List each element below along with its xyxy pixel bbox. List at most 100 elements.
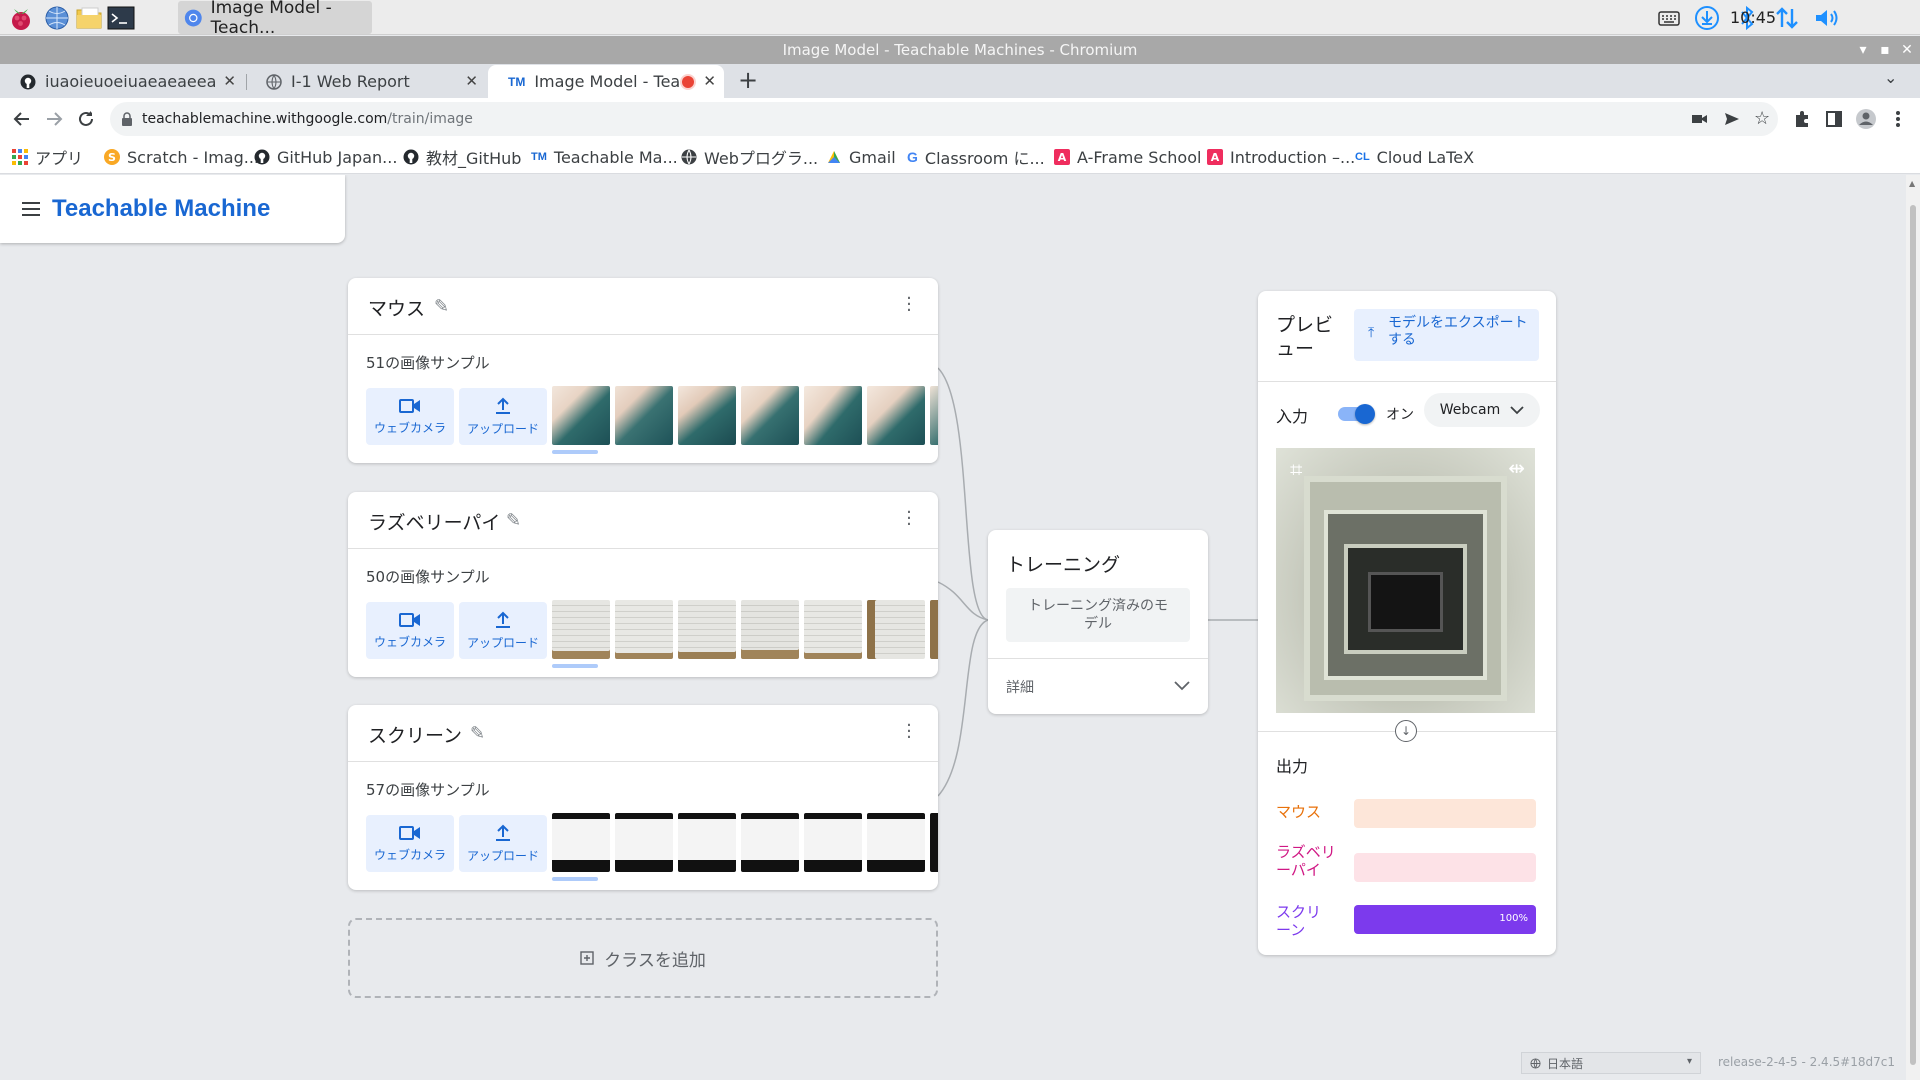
class-options-icon[interactable]: · · · (906, 504, 912, 534)
sample-thumbnail[interactable] (678, 386, 736, 445)
bookmark-scratch[interactable]: S Scratch - Imag... (104, 140, 259, 174)
add-class-button[interactable]: クラスを追加 (348, 918, 938, 998)
bookmark-aframe-school[interactable]: A A-Frame School (1054, 140, 1201, 174)
bookmark-apps[interactable]: アプリ (12, 140, 83, 174)
sample-thumbnail[interactable] (867, 386, 925, 445)
bookmark-teachable-machine[interactable]: TM Teachable Ma... (531, 140, 678, 174)
sample-thumbnail[interactable] (678, 813, 736, 872)
close-tab-icon[interactable]: ✕ (223, 72, 236, 90)
thumbnail-scrollbar[interactable] (552, 877, 598, 881)
terminal-icon[interactable] (106, 3, 136, 33)
class-options-icon[interactable]: · · · (906, 717, 912, 747)
lock-icon[interactable] (122, 111, 132, 130)
sample-thumbnail[interactable] (804, 386, 862, 445)
export-model-button[interactable]: ⤒ モデルをエクスポートする (1354, 309, 1539, 361)
webcam-button[interactable]: ウェブカメラ (366, 388, 454, 445)
sample-thumbnail[interactable] (741, 386, 799, 445)
edit-pencil-icon[interactable]: ✎ (434, 296, 449, 317)
sample-thumbnail[interactable] (867, 813, 925, 872)
sample-thumbnail[interactable] (552, 386, 610, 445)
sample-thumbnail[interactable] (615, 386, 673, 445)
app-title[interactable]: Teachable Machine (52, 195, 270, 223)
bookmark-web-programming[interactable]: Webプログラ... (681, 140, 818, 174)
sample-thumbnail[interactable] (615, 600, 673, 659)
send-tab-icon[interactable] (1724, 111, 1740, 131)
flip-camera-icon[interactable]: ⇹ (1508, 456, 1525, 480)
scroll-up-icon[interactable]: ▲ (1909, 179, 1915, 188)
sample-thumbnail[interactable] (867, 600, 925, 659)
network-icon[interactable] (1772, 4, 1802, 32)
download-updates-icon[interactable] (1692, 4, 1722, 32)
file-manager-icon[interactable] (74, 3, 104, 33)
volume-icon[interactable] (1812, 4, 1842, 32)
sample-thumbnail[interactable] (804, 813, 862, 872)
close-window-icon[interactable]: ✕ (1896, 36, 1918, 64)
thumbnail-scrollbar[interactable] (552, 450, 598, 454)
train-model-button[interactable]: トレーニング済みのモデル (1006, 588, 1190, 642)
upload-button[interactable]: アップロード (459, 815, 547, 872)
class-name[interactable]: スクリーン (368, 721, 462, 748)
page-scrollbar[interactable]: ▲ (1906, 175, 1920, 1080)
webcam-button[interactable]: ウェブカメラ (366, 815, 454, 872)
input-source-select[interactable]: Webcam (1424, 393, 1540, 427)
class-name[interactable]: ラズベリーパイ (368, 508, 500, 535)
class-name[interactable]: マウス (368, 294, 425, 321)
sample-thumbnail[interactable] (741, 813, 799, 872)
sample-thumbnail[interactable] (552, 600, 610, 659)
raspberry-menu-icon[interactable] (6, 3, 36, 33)
extensions-icon[interactable] (1788, 105, 1816, 133)
url-text[interactable]: teachablemachine.withgoogle.com/train/im… (142, 102, 473, 136)
bookmark-github-japan[interactable]: GitHub Japan... (254, 140, 397, 174)
bookmark-classroom[interactable]: G Classroom に... (907, 140, 1045, 174)
training-details-toggle[interactable]: 詳細 (988, 658, 1208, 714)
sample-thumbnail[interactable] (615, 813, 673, 872)
side-panel-icon[interactable] (1820, 105, 1848, 133)
tab-github-repo[interactable]: iuaoieuoeiuaeaeaeeauoi ✕ (0, 65, 244, 98)
bookmark-introduction[interactable]: A Introduction –... (1207, 140, 1355, 174)
sample-thumbnail[interactable] (678, 600, 736, 659)
taskbar-task-chromium[interactable]: Image Model - Teach... (178, 0, 372, 38)
minimize-icon[interactable]: ▾ (1852, 36, 1874, 64)
chevron-down-icon: ▾ (1686, 1056, 1692, 1067)
sample-thumbnail[interactable] (930, 813, 938, 872)
class-options-icon[interactable]: · · · (906, 290, 912, 320)
sample-thumbnail[interactable] (552, 813, 610, 872)
profile-avatar-icon[interactable] (1852, 105, 1880, 133)
new-tab-icon[interactable]: + (738, 66, 758, 94)
address-bar[interactable]: teachablemachine.withgoogle.com/train/im… (110, 102, 1778, 136)
upload-button[interactable]: アップロード (459, 602, 547, 659)
language-select[interactable]: 日本語 ▾ (1521, 1052, 1701, 1074)
bookmark-cloud-latex[interactable]: CL Cloud LaTeX (1355, 140, 1474, 174)
reload-icon[interactable] (72, 105, 100, 133)
browser-launcher-icon[interactable] (42, 3, 72, 33)
sample-thumbnail[interactable] (930, 600, 938, 659)
bookmark-gmail[interactable]: Gmail (826, 140, 896, 174)
browser-menu-icon[interactable] (1884, 105, 1912, 133)
sample-thumbnail[interactable] (741, 600, 799, 659)
scrollbar-thumb[interactable] (1910, 205, 1916, 1065)
tab-web-report[interactable]: I-1 Web Report ✕ (246, 65, 486, 98)
bookmark-star-icon[interactable]: ☆ (1754, 108, 1770, 129)
edit-pencil-icon[interactable]: ✎ (506, 510, 521, 531)
cloud-latex-icon: CL (1355, 151, 1370, 163)
camera-in-use-icon[interactable] (1692, 111, 1708, 130)
input-toggle[interactable] (1338, 404, 1375, 424)
sample-thumbnail[interactable] (804, 600, 862, 659)
sample-thumbnail[interactable] (930, 386, 938, 445)
tab-teachable-machine[interactable]: TM Image Model - Teach ✕ (488, 65, 724, 98)
maximize-icon[interactable]: ▪ (1874, 36, 1896, 64)
thumbnail-scrollbar[interactable] (552, 664, 598, 668)
forward-icon[interactable] (40, 105, 68, 133)
bookmark-kyozai-github[interactable]: 教材_GitHub (403, 140, 521, 174)
upload-button[interactable]: アップロード (459, 388, 547, 445)
crop-icon[interactable]: ⌗ (1290, 458, 1302, 483)
close-tab-icon[interactable]: ✕ (465, 72, 478, 90)
edit-pencil-icon[interactable]: ✎ (470, 723, 485, 744)
details-label: 詳細 (1006, 680, 1034, 696)
keyboard-layout-icon[interactable] (1654, 4, 1684, 32)
close-tab-icon[interactable]: ✕ (703, 72, 716, 90)
back-icon[interactable] (8, 105, 36, 133)
webcam-button[interactable]: ウェブカメラ (366, 602, 454, 659)
hamburger-menu-icon[interactable] (22, 202, 40, 216)
tab-search-chevron-icon[interactable]: ⌄ (1884, 68, 1897, 87)
